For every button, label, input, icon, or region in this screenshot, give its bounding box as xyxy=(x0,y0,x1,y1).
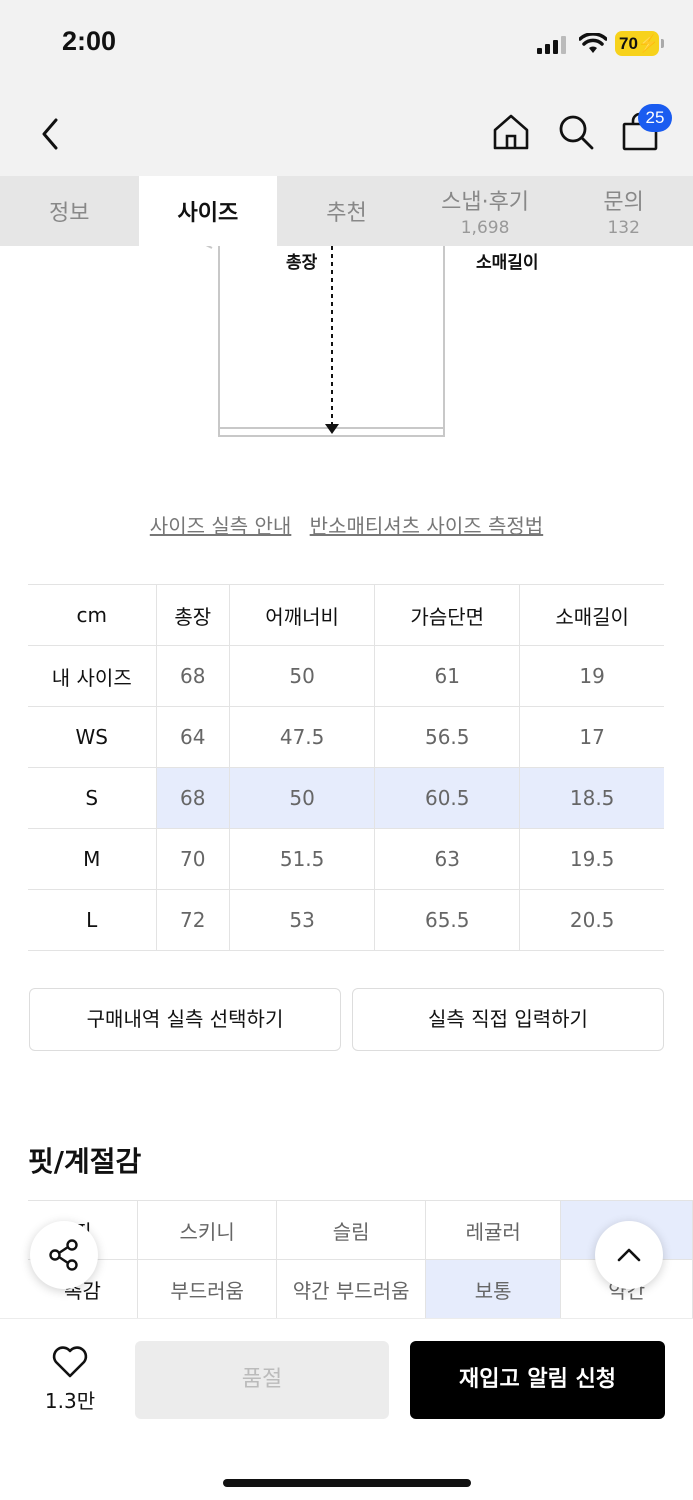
table-row: 핏 스키니 슬림 레귤러 루 xyxy=(28,1200,693,1260)
table-cell: 60.5 xyxy=(374,767,521,829)
option-cell-selected: 보통 xyxy=(424,1259,562,1318)
direct-measure-input-button[interactable]: 실측 직접 입력하기 xyxy=(352,988,664,1051)
table-cell: 19 xyxy=(519,645,664,707)
cart-count-badge: 25 xyxy=(638,104,672,132)
table-header-row: cm 총장 어깨너비 가슴단면 소매길이 xyxy=(28,584,664,646)
tab-inquiry[interactable]: 문의 132 xyxy=(554,176,693,246)
table-cell: 19.5 xyxy=(519,828,664,890)
table-row: M 70 51.5 63 19.5 xyxy=(28,828,664,890)
option-cell: 스키니 xyxy=(136,1200,278,1260)
share-icon xyxy=(49,1239,78,1271)
home-indicator xyxy=(223,1479,471,1487)
table-cell: 56.5 xyxy=(374,706,521,768)
share-button[interactable] xyxy=(30,1221,98,1289)
bottom-action-bar: 1.3만 품절 재입고 알림 신청 xyxy=(0,1318,693,1500)
fit-season-table-wrap: 핏 스키니 슬림 레귤러 루 촉감 부드러움 약간 부드러움 보통 약간 xyxy=(28,1200,693,1318)
table-row: WS 64 47.5 56.5 17 xyxy=(28,706,664,768)
back-chevron-icon[interactable] xyxy=(36,114,66,154)
table-row: L 72 53 65.5 20.5 xyxy=(28,889,664,951)
header-cell: 총장 xyxy=(155,584,231,646)
table-cell: 72 xyxy=(155,889,231,951)
tab-label: 추천 xyxy=(326,201,367,226)
charging-bolt-icon: ⚡ xyxy=(637,34,660,53)
fit-season-table: 핏 스키니 슬림 레귤러 루 촉감 부드러움 약간 부드러움 보통 약간 xyxy=(28,1200,693,1318)
row-label: M xyxy=(28,828,157,890)
size-guide-link[interactable]: 사이즈 실측 안내 xyxy=(150,514,292,538)
tab-count: 132 xyxy=(607,218,640,238)
header-cell: cm xyxy=(28,584,157,646)
status-time: 2:00 xyxy=(62,26,117,56)
size-guide-links: 사이즈 실측 안내 반소매티셔츠 사이즈 측정법 xyxy=(0,510,693,539)
tshirt-outline-illustration xyxy=(199,241,445,437)
table-cell: 65.5 xyxy=(374,889,521,951)
table-cell: 50 xyxy=(229,767,376,829)
table-cell: 50 xyxy=(229,645,376,707)
tab-size[interactable]: 사이즈 xyxy=(138,176,278,246)
tab-snap-review[interactable]: 스냅·후기 1,698 xyxy=(416,176,555,246)
table-row-highlighted: S 68 50 60.5 18.5 xyxy=(28,767,664,829)
heart-icon xyxy=(52,1346,88,1378)
table-cell: 20.5 xyxy=(519,889,664,951)
row-label: WS xyxy=(28,706,157,768)
top-nav-bar: 25 xyxy=(0,92,693,176)
home-icon[interactable] xyxy=(491,112,531,152)
table-row: 내 사이즈 68 50 61 19 xyxy=(28,645,664,707)
table-cell: 63 xyxy=(374,828,521,890)
tab-label: 정보 xyxy=(49,201,90,226)
row-label: S xyxy=(28,767,157,829)
like-count: 1.3만 xyxy=(44,1389,96,1413)
wifi-icon xyxy=(579,33,607,53)
table-cell: 17 xyxy=(519,706,664,768)
size-table: cm 총장 어깨너비 가슴단면 소매길이 내 사이즈 68 50 61 19 W… xyxy=(28,584,664,951)
status-bar: 2:00 70⚡ xyxy=(0,0,693,92)
table-row: 촉감 부드러움 약간 부드러움 보통 약간 xyxy=(28,1259,693,1318)
sleeve-label: 소매길이 xyxy=(476,253,539,273)
table-cell: 70 xyxy=(155,828,231,890)
tab-label: 사이즈 xyxy=(177,201,239,226)
fit-section-title: 핏/계절감 xyxy=(28,1145,142,1178)
battery-indicator: 70⚡ xyxy=(615,31,659,56)
option-cell: 부드러움 xyxy=(136,1259,278,1318)
row-label: L xyxy=(28,889,157,951)
search-icon[interactable] xyxy=(556,112,596,152)
table-cell: 18.5 xyxy=(519,767,664,829)
product-tabs: 정보 사이즈 추천 스냅·후기 1,698 문의 132 xyxy=(0,176,693,246)
table-cell: 51.5 xyxy=(229,828,376,890)
length-label: 총장 xyxy=(286,253,318,273)
battery-tip xyxy=(661,39,664,48)
size-diagram: 총장 소매길이 xyxy=(0,241,693,446)
like-button[interactable]: 1.3만 xyxy=(34,1345,106,1414)
battery-level: 70 xyxy=(619,34,638,53)
table-cell: 68 xyxy=(155,645,231,707)
tab-label: 스냅·후기 xyxy=(441,190,530,215)
header-cell: 가슴단면 xyxy=(374,584,521,646)
tab-label: 문의 xyxy=(603,190,644,215)
tab-info[interactable]: 정보 xyxy=(0,176,139,246)
chevron-up-icon xyxy=(617,1248,641,1262)
option-cell: 약간 부드러움 xyxy=(276,1259,426,1318)
header-cell: 소매길이 xyxy=(519,584,664,646)
scroll-to-top-button[interactable] xyxy=(595,1221,663,1289)
table-cell: 53 xyxy=(229,889,376,951)
measure-method-link[interactable]: 반소매티셔츠 사이즈 측정법 xyxy=(310,514,544,538)
option-cell: 슬림 xyxy=(276,1200,426,1260)
table-cell: 61 xyxy=(374,645,521,707)
purchase-history-measure-button[interactable]: 구매내역 실측 선택하기 xyxy=(29,988,341,1051)
tab-count: 1,698 xyxy=(460,218,510,238)
soldout-button: 품절 xyxy=(135,1341,389,1419)
row-label: 내 사이즈 xyxy=(28,645,157,707)
restock-alert-button[interactable]: 재입고 알림 신청 xyxy=(410,1341,665,1419)
header-cell: 어깨너비 xyxy=(229,584,376,646)
option-cell: 레귤러 xyxy=(424,1200,562,1260)
table-cell: 68 xyxy=(155,767,231,829)
tab-recommend[interactable]: 추천 xyxy=(277,176,416,246)
table-cell: 47.5 xyxy=(229,706,376,768)
table-cell: 64 xyxy=(155,706,231,768)
cellular-signal-icon xyxy=(537,36,566,54)
